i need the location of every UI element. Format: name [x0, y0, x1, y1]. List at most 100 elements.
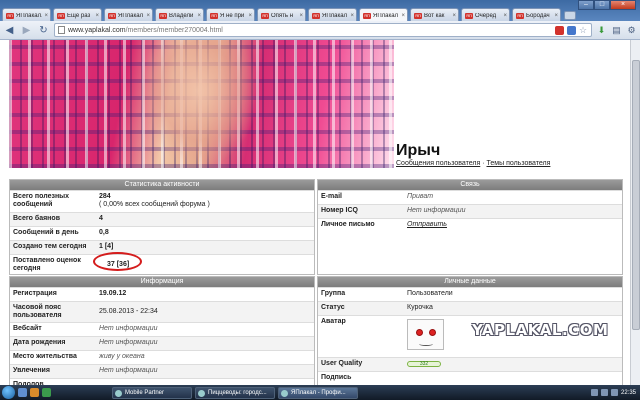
- profile-photo: [9, 40, 394, 168]
- wrench-icon[interactable]: ⚙: [626, 25, 637, 36]
- browser-tab-active[interactable]: ЯП ЯПлакал ×: [359, 8, 408, 21]
- browser-tab[interactable]: ЯП ЯПлакал ×: [104, 8, 153, 21]
- info-key: Вебсайт: [13, 325, 42, 332]
- info-row: Регистрация 19.09.12: [10, 287, 314, 301]
- user-topics-link[interactable]: Темы пользователя: [487, 160, 551, 167]
- stat-key: Всего полезных сообщений: [13, 193, 70, 208]
- back-icon[interactable]: ◀: [3, 24, 16, 37]
- browser-tab[interactable]: ЯП Еще раз ×: [53, 8, 102, 21]
- download-icon[interactable]: ⬇: [596, 25, 607, 36]
- stat-key: Всего баянов: [13, 215, 60, 222]
- info-key: Часовой пояс пользователя: [13, 304, 62, 319]
- close-icon[interactable]: ×: [299, 13, 303, 19]
- tab-label: Я не при: [220, 12, 245, 19]
- close-window-icon[interactable]: ×: [610, 0, 636, 10]
- extension-icon[interactable]: [555, 26, 564, 35]
- browser-tab[interactable]: ЯП Владели ×: [155, 8, 204, 21]
- browser-tab[interactable]: ЯПЯПлакал.com×: [2, 8, 51, 21]
- panel-header: Статистика активности: [10, 180, 314, 190]
- browser-tab[interactable]: ЯП Я не при ×: [206, 8, 255, 21]
- yaplakal-favicon-icon: ЯП: [210, 12, 218, 19]
- profile-links: Сообщения пользователя · Темы пользовате…: [396, 160, 550, 167]
- quicklaunch-icon[interactable]: [18, 388, 27, 397]
- stat-row: Всего полезных сообщений 284( 0,00% всех…: [10, 190, 314, 212]
- quicklaunch-icon[interactable]: [30, 388, 39, 397]
- close-icon[interactable]: ×: [554, 13, 558, 19]
- start-button[interactable]: [2, 386, 15, 399]
- stat-key: Создано тем сегодня: [13, 243, 87, 250]
- taskbar-item[interactable]: Mobile Partner: [112, 386, 192, 399]
- window-controls: – □ ×: [578, 0, 636, 10]
- personal-row: User Quality 332: [318, 357, 622, 371]
- yaplakal-favicon-icon: ЯП: [6, 12, 14, 19]
- close-icon[interactable]: ×: [146, 13, 150, 19]
- browser-tab[interactable]: ЯП Опять н ×: [257, 8, 306, 21]
- url-text: www.yaplakal.com/members/member270004.ht…: [68, 26, 223, 34]
- stat-key: Сообщений в день: [13, 229, 79, 236]
- contact-row: Номер ICQ Нет информации: [318, 204, 622, 218]
- panel-header: Личные данные: [318, 277, 622, 287]
- tray-icon[interactable]: [610, 389, 618, 396]
- close-icon[interactable]: ×: [95, 13, 99, 19]
- stat-value: 284( 0,00% всех сообщений форума ): [99, 193, 210, 208]
- contact-key: Номер ICQ: [321, 207, 358, 214]
- info-row: Место жительства живу у океана: [10, 350, 314, 364]
- contact-key: E-mail: [321, 193, 343, 200]
- send-message-link[interactable]: Отправить: [404, 219, 622, 232]
- close-icon[interactable]: ×: [350, 13, 354, 19]
- info-value: 25.08.2013 - 22:34: [99, 308, 158, 315]
- yaplakal-favicon-icon: ЯП: [363, 12, 371, 19]
- bookmark-star-icon[interactable]: ☆: [579, 26, 588, 35]
- system-tray: 22:35: [590, 389, 640, 396]
- close-icon[interactable]: ×: [452, 13, 456, 19]
- user-quality-badge: 332: [407, 361, 441, 367]
- minimize-icon[interactable]: –: [578, 0, 594, 10]
- tray-icon[interactable]: [600, 389, 608, 396]
- info-value: Нет информации: [99, 325, 158, 332]
- browser-tab[interactable]: ЯП Вот как ×: [410, 8, 459, 21]
- address-bar[interactable]: www.yaplakal.com/members/member270004.ht…: [54, 23, 592, 37]
- os-taskbar: Mobile Partner Пиццеводы: городс... ЯПла…: [0, 385, 640, 400]
- info-row: Увлечения Нет информации: [10, 364, 314, 378]
- user-messages-link[interactable]: Сообщения пользователя: [396, 160, 480, 167]
- yaplakal-favicon-icon: ЯП: [261, 12, 269, 19]
- scrollbar-thumb[interactable]: [632, 60, 640, 330]
- maximize-icon[interactable]: □: [594, 0, 610, 10]
- yaplakal-favicon-icon: ЯП: [159, 12, 167, 19]
- browser-tab-strip: ЯПЯПлакал.com× ЯПЕще раз× ЯПЯПлакал× ЯПВ…: [0, 0, 640, 21]
- yaplakal-favicon-icon: ЯП: [312, 12, 320, 19]
- new-tab-button[interactable]: [564, 11, 576, 20]
- contact-row: E-mail Приват: [318, 190, 622, 204]
- close-icon[interactable]: ×: [44, 13, 48, 19]
- yaplakal-favicon-icon: ЯП: [414, 12, 422, 19]
- browser-tab[interactable]: ЯП Очеред ×: [461, 8, 510, 21]
- close-icon[interactable]: ×: [503, 13, 507, 19]
- taskbar-item[interactable]: Пиццеводы: городс...: [195, 386, 275, 399]
- tab-label: Вот как: [424, 12, 445, 19]
- tab-label: ЯПлакал: [373, 12, 399, 19]
- close-icon[interactable]: ×: [197, 13, 201, 19]
- stat-key: Поставлено оценок сегодня: [13, 257, 81, 272]
- stat-row: Всего баянов 4: [10, 212, 314, 226]
- quicklaunch-icon[interactable]: [42, 388, 51, 397]
- info-row: Вебсайт Нет информации: [10, 322, 314, 336]
- avatar: [407, 319, 444, 350]
- browser-tab[interactable]: ЯП Бородач ×: [512, 8, 561, 21]
- page-icon: [58, 26, 65, 34]
- page-menu-icon[interactable]: ▤: [611, 25, 622, 36]
- tray-icon[interactable]: [590, 389, 598, 396]
- close-icon[interactable]: ×: [401, 13, 405, 19]
- close-icon[interactable]: ×: [248, 13, 252, 19]
- site-watermark: YAPLAKAL.COM: [472, 321, 609, 339]
- tab-label: Опять н: [271, 12, 294, 19]
- forward-icon[interactable]: ▶: [20, 24, 33, 37]
- tab-label: Еще раз: [67, 12, 91, 19]
- reload-icon[interactable]: ↻: [37, 24, 50, 37]
- information-panel: Информация Регистрация 19.09.12 Часовой …: [9, 276, 315, 385]
- browser-tab[interactable]: ЯП ЯПлакал ×: [308, 8, 357, 21]
- personal-row: Группа Пользователи: [318, 287, 622, 301]
- page-scrollbar[interactable]: [630, 40, 640, 385]
- extension-icon[interactable]: [567, 26, 576, 35]
- taskbar-item-active[interactable]: ЯПлакал - Профи...: [278, 386, 358, 399]
- activity-stats-panel: Статистика активности Всего полезных соо…: [9, 179, 315, 275]
